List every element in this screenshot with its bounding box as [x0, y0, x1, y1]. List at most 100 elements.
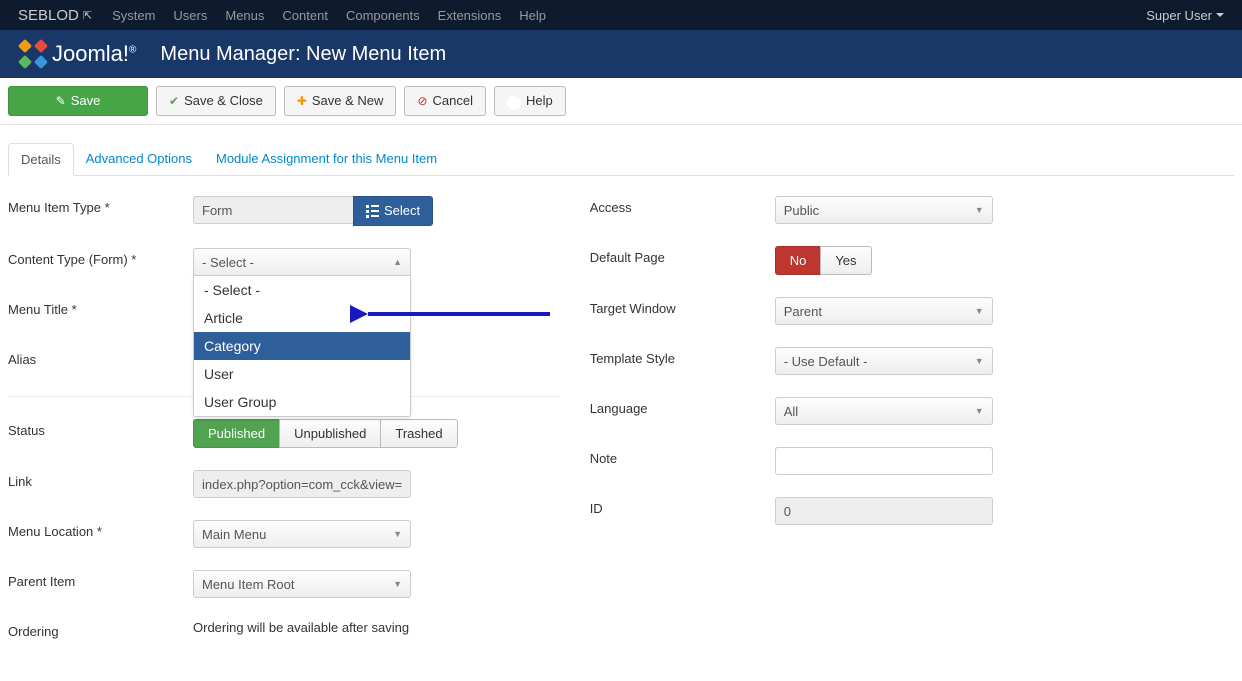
page-title: Menu Manager: New Menu Item — [160, 43, 446, 66]
ordering-text: Ordering will be available after saving — [193, 620, 409, 635]
link-input — [193, 470, 411, 498]
menu-title-label: Menu Title * — [8, 298, 193, 317]
save-close-button[interactable]: Save & Close — [156, 86, 276, 116]
select-btn-label: Select — [384, 202, 420, 220]
save-new-button[interactable]: Save & New — [284, 86, 397, 116]
target-window-select[interactable]: Parent ▼ — [775, 297, 993, 325]
topmenu-extensions[interactable]: Extensions — [438, 8, 502, 23]
content-type-options: - Select - Article Category User User Gr… — [193, 275, 411, 417]
ordering-label: Ordering — [8, 620, 193, 639]
chevron-up-icon: ▲ — [393, 257, 402, 267]
menu-location-select[interactable]: Main Menu ▼ — [193, 520, 411, 548]
option-user[interactable]: User — [194, 360, 410, 388]
access-select[interactable]: Public ▼ — [775, 196, 993, 224]
language-value: All — [784, 404, 798, 419]
action-toolbar: Save Save & Close Save & New Cancel Help — [0, 78, 1242, 125]
template-style-select[interactable]: - Use Default - ▼ — [775, 347, 993, 375]
cancel-label: Cancel — [433, 92, 473, 110]
cancel-icon — [417, 93, 427, 110]
parent-item-select[interactable]: Menu Item Root ▼ — [193, 570, 411, 598]
default-page-yes[interactable]: Yes — [820, 246, 871, 275]
language-label: Language — [590, 397, 775, 416]
tabs: Details Advanced Options Module Assignme… — [8, 143, 1234, 176]
user-menu[interactable]: Super User — [1146, 8, 1224, 23]
menu-item-type-value: Form — [193, 196, 353, 224]
content-type-dropdown[interactable]: - Select - ▲ - Select - Article Category… — [193, 248, 411, 276]
page-header: Joomla!® Menu Manager: New Menu Item — [0, 30, 1242, 78]
option-category[interactable]: Category — [194, 332, 410, 360]
tab-advanced-options[interactable]: Advanced Options — [74, 143, 204, 175]
brand-label: SEBLOD — [18, 7, 79, 24]
chevron-down-icon: ▼ — [975, 406, 984, 416]
parent-item-value: Menu Item Root — [202, 577, 295, 592]
status-group: Published Unpublished Trashed — [193, 419, 458, 448]
help-button[interactable]: Help — [494, 86, 566, 116]
form-body: Menu Item Type * Form Select Content — [0, 176, 1242, 681]
target-window-label: Target Window — [590, 297, 775, 316]
user-label: Super User — [1146, 8, 1212, 23]
product-name: Joomla! — [52, 41, 129, 66]
note-label: Note — [590, 447, 775, 466]
pencil-icon — [56, 93, 66, 110]
save-button[interactable]: Save — [8, 86, 148, 116]
form-right-column: Access Public ▼ Default Page No Yes Targ… — [590, 196, 1142, 661]
menu-item-type-group: Form Select — [193, 196, 560, 226]
tab-module-assignment[interactable]: Module Assignment for this Menu Item — [204, 143, 449, 175]
default-page-group: No Yes — [775, 246, 872, 275]
option-select[interactable]: - Select - — [194, 276, 410, 304]
default-page-no[interactable]: No — [775, 246, 822, 275]
help-icon — [507, 93, 521, 110]
default-page-label: Default Page — [590, 246, 775, 265]
topmenu-content[interactable]: Content — [282, 8, 328, 23]
menu-location-value: Main Menu — [202, 527, 266, 542]
note-input[interactable] — [775, 447, 993, 475]
target-window-value: Parent — [784, 304, 822, 319]
caret-down-icon — [1216, 13, 1224, 17]
plus-icon — [297, 93, 307, 110]
menu-location-label: Menu Location * — [8, 520, 193, 539]
status-trashed[interactable]: Trashed — [380, 419, 457, 448]
status-unpublished[interactable]: Unpublished — [279, 419, 381, 448]
content-type-selected: - Select - — [202, 255, 254, 270]
alias-label: Alias — [8, 348, 193, 367]
id-label: ID — [590, 497, 775, 516]
option-article[interactable]: Article — [194, 304, 410, 332]
chevron-down-icon: ▼ — [975, 356, 984, 366]
link-label: Link — [8, 470, 193, 489]
topmenu-users[interactable]: Users — [173, 8, 207, 23]
topmenu-components[interactable]: Components — [346, 8, 420, 23]
status-published[interactable]: Published — [193, 419, 280, 448]
list-icon — [366, 205, 379, 218]
chevron-down-icon: ▼ — [393, 529, 402, 539]
content-type-label: Content Type (Form) * — [8, 248, 193, 267]
external-link-icon: ⇱ — [83, 9, 92, 22]
topmenu-system[interactable]: System — [112, 8, 155, 23]
option-user-group[interactable]: User Group — [194, 388, 410, 416]
cancel-button[interactable]: Cancel — [404, 86, 486, 116]
chevron-down-icon: ▼ — [393, 579, 402, 589]
language-select[interactable]: All ▼ — [775, 397, 993, 425]
chevron-down-icon: ▼ — [975, 306, 984, 316]
template-style-label: Template Style — [590, 347, 775, 366]
help-label: Help — [526, 92, 553, 110]
access-label: Access — [590, 196, 775, 215]
chevron-down-icon: ▼ — [975, 205, 984, 215]
admin-topbar: SEBLOD ⇱ System Users Menus Content Comp… — [0, 0, 1242, 30]
topmenu-menus[interactable]: Menus — [225, 8, 264, 23]
select-type-button[interactable]: Select — [353, 196, 433, 226]
status-label: Status — [8, 419, 193, 438]
menu-item-type-label: Menu Item Type * — [8, 196, 193, 215]
parent-item-label: Parent Item — [8, 570, 193, 589]
joomla-logo: Joomla!® — [20, 41, 136, 67]
form-left-column: Menu Item Type * Form Select Content — [8, 196, 560, 661]
save-label: Save — [71, 92, 101, 110]
access-value: Public — [784, 203, 819, 218]
check-icon — [169, 93, 179, 110]
brand[interactable]: SEBLOD ⇱ — [18, 7, 92, 24]
tab-details[interactable]: Details — [8, 143, 74, 176]
template-style-value: - Use Default - — [784, 354, 868, 369]
joomla-icon — [20, 41, 46, 67]
topmenu-help[interactable]: Help — [519, 8, 546, 23]
save-close-label: Save & Close — [184, 92, 263, 110]
save-new-label: Save & New — [312, 92, 384, 110]
